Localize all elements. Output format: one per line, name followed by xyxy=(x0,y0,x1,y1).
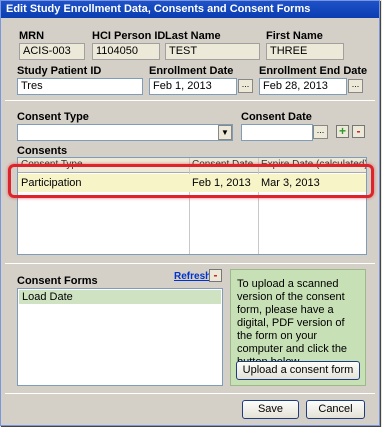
dialog-title: Edit Study Enrollment Data, Consents and… xyxy=(1,1,379,18)
highlight-annotation xyxy=(8,164,374,198)
separator xyxy=(5,393,375,394)
hci-person-id-field: 1104050 xyxy=(92,43,160,60)
edit-enrollment-dialog: Edit Study Enrollment Data, Consents and… xyxy=(0,0,380,426)
add-consent-button[interactable]: + xyxy=(336,125,349,138)
upload-instructions: To upload a scanned version of the conse… xyxy=(237,278,348,368)
hci-person-id-label: HCI Person ID xyxy=(92,30,166,42)
consent-forms-label: Consent Forms xyxy=(17,275,98,287)
separator xyxy=(5,263,375,264)
consent-date-label: Consent Date xyxy=(241,111,312,123)
last-name-field: TEST xyxy=(165,43,260,60)
enrollment-end-date-picker-button[interactable]: ... xyxy=(348,79,363,93)
first-name-label: First Name xyxy=(266,30,323,42)
chevron-down-icon[interactable]: ▼ xyxy=(218,125,232,140)
enrollment-date-label: Enrollment Date xyxy=(149,65,234,77)
study-patient-id-label: Study Patient ID xyxy=(17,65,102,77)
enrollment-date-input[interactable]: Feb 1, 2013 xyxy=(149,78,237,95)
consent-date-input[interactable] xyxy=(241,124,313,141)
consent-type-label: Consent Type xyxy=(17,111,89,123)
mrn-label: MRN xyxy=(19,30,45,42)
cancel-button[interactable]: Cancel xyxy=(306,400,365,419)
separator xyxy=(5,100,375,101)
consents-label: Consents xyxy=(17,145,68,157)
consent-type-select[interactable] xyxy=(17,124,233,141)
mrn-field: ACIS-003 xyxy=(19,43,85,60)
last-name-label: Last Name xyxy=(165,30,221,42)
study-patient-id-input[interactable]: Tres xyxy=(17,78,143,95)
consent-forms-list[interactable]: Load Date xyxy=(17,288,223,386)
upload-consent-form-button[interactable]: Upload a consent form xyxy=(236,361,360,380)
enrollment-date-picker-button[interactable]: ... xyxy=(238,79,253,93)
upload-panel: To upload a scanned version of the conse… xyxy=(230,269,366,386)
list-item[interactable]: Load Date xyxy=(19,290,221,304)
save-button[interactable]: Save xyxy=(242,400,299,419)
first-name-field: THREE xyxy=(266,43,344,60)
enrollment-end-date-input[interactable]: Feb 28, 2013 xyxy=(259,78,347,95)
consent-date-picker-button[interactable]: ... xyxy=(313,125,328,139)
refresh-link[interactable]: Refresh xyxy=(174,271,211,282)
enrollment-end-date-label: Enrollment End Date xyxy=(259,65,368,77)
remove-consent-button[interactable]: - xyxy=(352,125,365,138)
background-page-strip xyxy=(0,427,382,434)
remove-consent-form-button[interactable]: - xyxy=(209,269,222,282)
